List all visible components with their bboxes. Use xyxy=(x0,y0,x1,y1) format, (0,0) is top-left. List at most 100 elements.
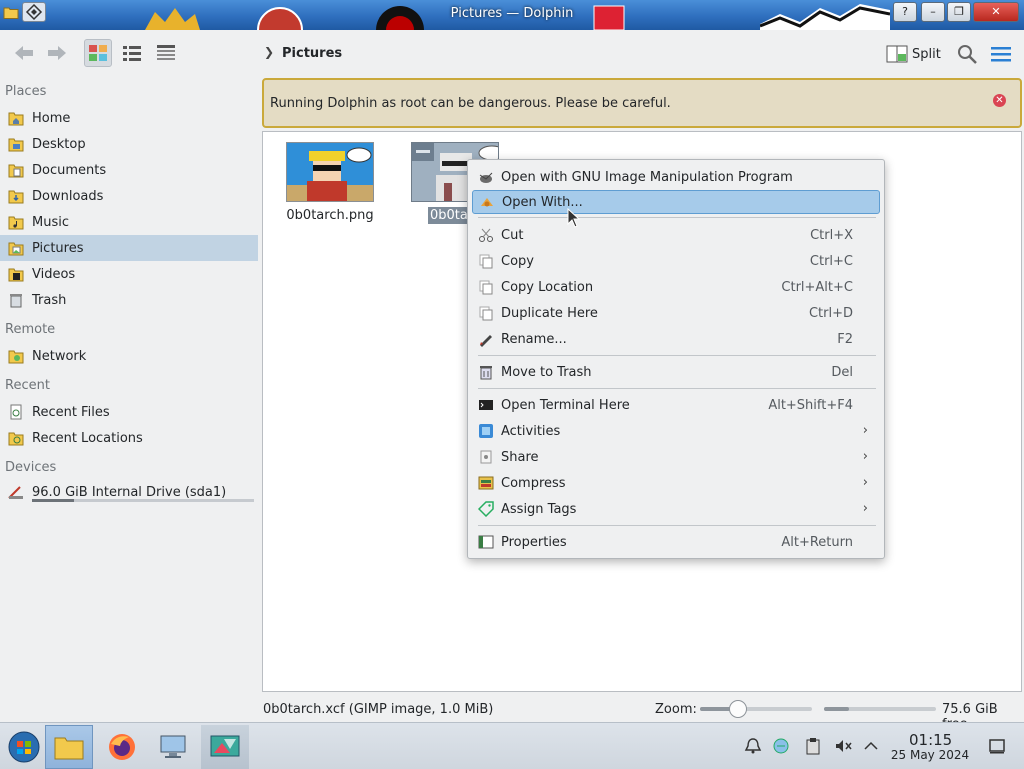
desktop-folder-icon xyxy=(7,135,25,153)
zoom-slider[interactable] xyxy=(700,700,812,718)
tray-expand-icon[interactable] xyxy=(862,737,880,755)
submenu-arrow-icon: › xyxy=(862,475,868,490)
sidebar-item-documents[interactable]: Documents xyxy=(0,157,258,183)
taskbar-system-settings[interactable] xyxy=(150,725,198,769)
menu-item-activities[interactable]: Activities › xyxy=(472,419,880,443)
split-button[interactable]: Split xyxy=(886,42,941,66)
window-titlebar[interactable]: Pictures — Dolphin ? – ❐ ✕ xyxy=(0,0,1024,30)
sidebar-item-recent-files[interactable]: Recent Files xyxy=(0,399,258,425)
menu-item-share[interactable]: Share › xyxy=(472,445,880,469)
folder-icon xyxy=(54,737,84,760)
computer-icon xyxy=(160,735,186,758)
breadcrumb-pictures[interactable]: Pictures xyxy=(282,46,342,61)
menu-item-open-with[interactable]: Open With... xyxy=(472,190,880,214)
menu-item-assign-tags[interactable]: Assign Tags › xyxy=(472,497,880,521)
menu-item-copy-location[interactable]: Copy Location Ctrl+Alt+C xyxy=(472,275,880,299)
window-title: Pictures — Dolphin xyxy=(450,6,574,21)
details-view-button[interactable] xyxy=(152,39,180,67)
menu-separator xyxy=(478,388,876,389)
menu-item-compress[interactable]: Compress › xyxy=(472,471,880,495)
compress-icon xyxy=(478,475,494,491)
sidebar-item-videos[interactable]: Videos xyxy=(0,261,258,287)
menu-item-properties[interactable]: Properties Alt+Return xyxy=(472,530,880,554)
arrow-right-icon xyxy=(48,46,66,60)
icons-view-button[interactable] xyxy=(84,39,112,67)
split-label: Split xyxy=(912,46,941,62)
pictures-folder-icon xyxy=(7,239,25,257)
clock-date[interactable]: 25 May 2024 xyxy=(889,748,971,762)
search-button[interactable] xyxy=(955,42,979,66)
clipboard-icon[interactable] xyxy=(804,737,822,755)
sidebar-item-music[interactable]: Music xyxy=(0,209,258,235)
trash-icon xyxy=(7,291,25,309)
menu-item-move-to-trash[interactable]: Move to Trash Del xyxy=(472,360,880,384)
sidebar-item-home[interactable]: Home xyxy=(0,105,258,131)
submenu-arrow-icon: › xyxy=(862,423,868,438)
hamburger-menu-button[interactable] xyxy=(989,42,1013,66)
gimp-icon xyxy=(478,169,494,185)
sidebar-item-downloads[interactable]: Downloads xyxy=(0,183,258,209)
downloads-folder-icon xyxy=(7,187,25,205)
mouse-cursor-icon xyxy=(567,208,581,228)
menu-item-open-terminal[interactable]: Open Terminal Here Alt+Shift+F4 xyxy=(472,393,880,417)
sidebar-item-recent-locations[interactable]: Recent Locations xyxy=(0,425,258,451)
sidebar-item-desktop[interactable]: Desktop xyxy=(0,131,258,157)
sidebar-item-pictures[interactable]: Pictures xyxy=(0,235,258,261)
taskbar-gimp-window[interactable] xyxy=(201,725,249,769)
taskbar-file-manager[interactable] xyxy=(45,725,93,769)
drive-icon xyxy=(7,483,25,501)
recent-locations-icon xyxy=(7,429,25,447)
menu-item-cut[interactable]: Cut Ctrl+X xyxy=(472,223,880,247)
zoom-slider-handle[interactable] xyxy=(729,700,747,718)
activities-icon xyxy=(478,423,494,439)
help-button[interactable]: ? xyxy=(893,2,917,22)
minimize-button[interactable]: – xyxy=(921,2,945,22)
space-fill xyxy=(824,707,849,711)
home-folder-icon xyxy=(7,109,25,127)
split-view-icon xyxy=(886,45,908,63)
file-item-png[interactable]: 0b0tarch.png xyxy=(270,142,390,223)
status-info: 0b0tarch.xcf (GIMP image, 1.0 MiB) xyxy=(263,702,494,717)
back-button[interactable] xyxy=(10,39,38,67)
open-with-icon xyxy=(479,194,495,210)
search-icon xyxy=(958,45,977,64)
network-tray-icon[interactable] xyxy=(772,737,790,755)
details-view-icon xyxy=(157,45,175,60)
sidebar-item-network[interactable]: Network xyxy=(0,343,258,369)
sidebar-item-trash[interactable]: Trash xyxy=(0,287,258,313)
submenu-arrow-icon: › xyxy=(862,449,868,464)
forward-button[interactable] xyxy=(43,39,71,67)
drive-usage-fill xyxy=(32,499,75,502)
notifications-icon[interactable] xyxy=(744,737,762,755)
file-name: 0b0tarch.png xyxy=(286,208,374,223)
taskbar-firefox[interactable] xyxy=(98,725,146,769)
properties-icon xyxy=(478,534,494,550)
icons-view-icon xyxy=(89,45,107,61)
section-places: Places xyxy=(5,84,47,99)
clock-time[interactable]: 01:15 xyxy=(909,731,952,749)
warning-text: Running Dolphin as root can be dangerous… xyxy=(270,96,671,111)
maximize-button[interactable]: ❐ xyxy=(947,2,971,22)
terminal-icon xyxy=(478,397,494,413)
close-button[interactable]: ✕ xyxy=(973,2,1019,22)
show-desktop-icon[interactable] xyxy=(988,737,1006,755)
firefox-icon xyxy=(109,734,135,760)
menu-separator xyxy=(478,217,876,218)
compact-view-button[interactable] xyxy=(118,39,146,67)
menu-separator xyxy=(478,355,876,356)
menu-item-copy[interactable]: Copy Ctrl+C xyxy=(472,249,880,273)
section-devices: Devices xyxy=(5,460,57,475)
menu-item-open-with-gimp[interactable]: Open with GNU Image Manipulation Program xyxy=(472,165,880,189)
videos-folder-icon xyxy=(7,265,25,283)
free-space-bar xyxy=(824,707,936,711)
recent-files-icon xyxy=(7,403,25,421)
menu-separator xyxy=(478,525,876,526)
warning-close-button[interactable]: ✕ xyxy=(993,94,1006,107)
menu-item-duplicate-here[interactable]: Duplicate Here Ctrl+D xyxy=(472,301,880,325)
share-icon xyxy=(478,449,494,465)
drive-usage-bar xyxy=(32,499,254,502)
start-menu-button[interactable] xyxy=(0,725,48,769)
submenu-arrow-icon: › xyxy=(862,501,868,516)
volume-muted-icon[interactable] xyxy=(834,737,852,755)
menu-item-rename[interactable]: Rename... F2 xyxy=(472,327,880,351)
